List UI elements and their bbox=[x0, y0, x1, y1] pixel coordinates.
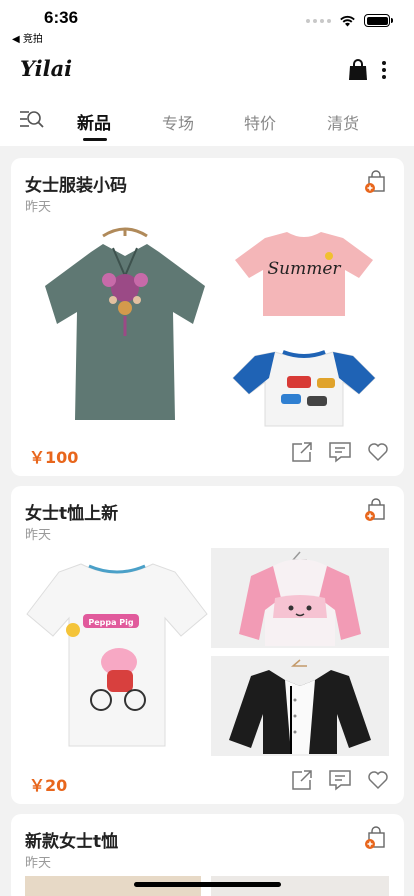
card-actions bbox=[290, 440, 390, 464]
category-tabs: 新品 专场 特价 清货 bbox=[0, 96, 414, 146]
share-icon[interactable] bbox=[290, 768, 314, 792]
share-icon[interactable] bbox=[290, 440, 314, 464]
home-indicator[interactable] bbox=[134, 882, 281, 887]
status-time: 6:36 bbox=[44, 8, 79, 27]
more-options-icon[interactable] bbox=[377, 58, 391, 82]
battery-icon bbox=[364, 14, 393, 27]
product-card[interactable]: 女士服装小码 昨天 Summer ￥100 bbox=[11, 158, 404, 476]
product-card[interactable]: 女士t恤上新 昨天 Peppa Pig ￥20 bbox=[11, 486, 404, 804]
product-image-main[interactable]: Peppa Pig bbox=[25, 554, 209, 750]
status-icons bbox=[306, 14, 393, 27]
shirt-print-text: Peppa Pig bbox=[88, 618, 134, 627]
card-date: 昨天 bbox=[25, 528, 52, 543]
card-date: 昨天 bbox=[25, 200, 52, 215]
add-to-cart-icon[interactable] bbox=[364, 170, 388, 194]
favorite-heart-icon[interactable] bbox=[366, 768, 390, 792]
product-price: ￥100 bbox=[29, 448, 79, 467]
card-title: 女士服装小码 bbox=[25, 176, 127, 196]
app-header: Yilai bbox=[0, 46, 414, 96]
add-to-cart-icon[interactable] bbox=[364, 826, 388, 850]
card-title: 女士t恤上新 bbox=[25, 504, 119, 524]
product-image-3[interactable] bbox=[211, 656, 389, 756]
product-image-3[interactable] bbox=[225, 338, 383, 430]
wifi-icon bbox=[340, 15, 355, 27]
shopping-bag-icon[interactable] bbox=[347, 58, 369, 82]
add-to-cart-icon[interactable] bbox=[364, 498, 388, 522]
tab-new[interactable]: 新品 bbox=[77, 109, 111, 134]
tab-clearance[interactable]: 清货 bbox=[327, 110, 359, 134]
comment-icon[interactable] bbox=[328, 440, 352, 464]
product-image-2[interactable] bbox=[211, 548, 389, 648]
product-image-2[interactable]: Summer bbox=[225, 226, 383, 322]
card-date: 昨天 bbox=[25, 856, 52, 871]
product-image-main[interactable] bbox=[33, 226, 217, 432]
status-bar: 6:36 ◀ 竞拍 bbox=[0, 0, 414, 46]
shirt-print-text: Summer bbox=[267, 259, 341, 279]
card-title: 新款女士t恤 bbox=[25, 832, 119, 852]
back-to-app-link[interactable]: ◀ 竞拍 bbox=[12, 30, 43, 45]
favorite-heart-icon[interactable] bbox=[366, 440, 390, 464]
signal-icon bbox=[306, 18, 331, 23]
active-tab-indicator bbox=[83, 138, 107, 141]
comment-icon[interactable] bbox=[328, 768, 352, 792]
app-logo: Yilai bbox=[20, 56, 73, 81]
tab-special-sessions[interactable]: 专场 bbox=[162, 110, 194, 134]
tab-discounts[interactable]: 特价 bbox=[244, 110, 276, 134]
product-price: ￥20 bbox=[29, 776, 68, 795]
category-menu-icon[interactable] bbox=[18, 108, 46, 130]
card-actions bbox=[290, 768, 390, 792]
